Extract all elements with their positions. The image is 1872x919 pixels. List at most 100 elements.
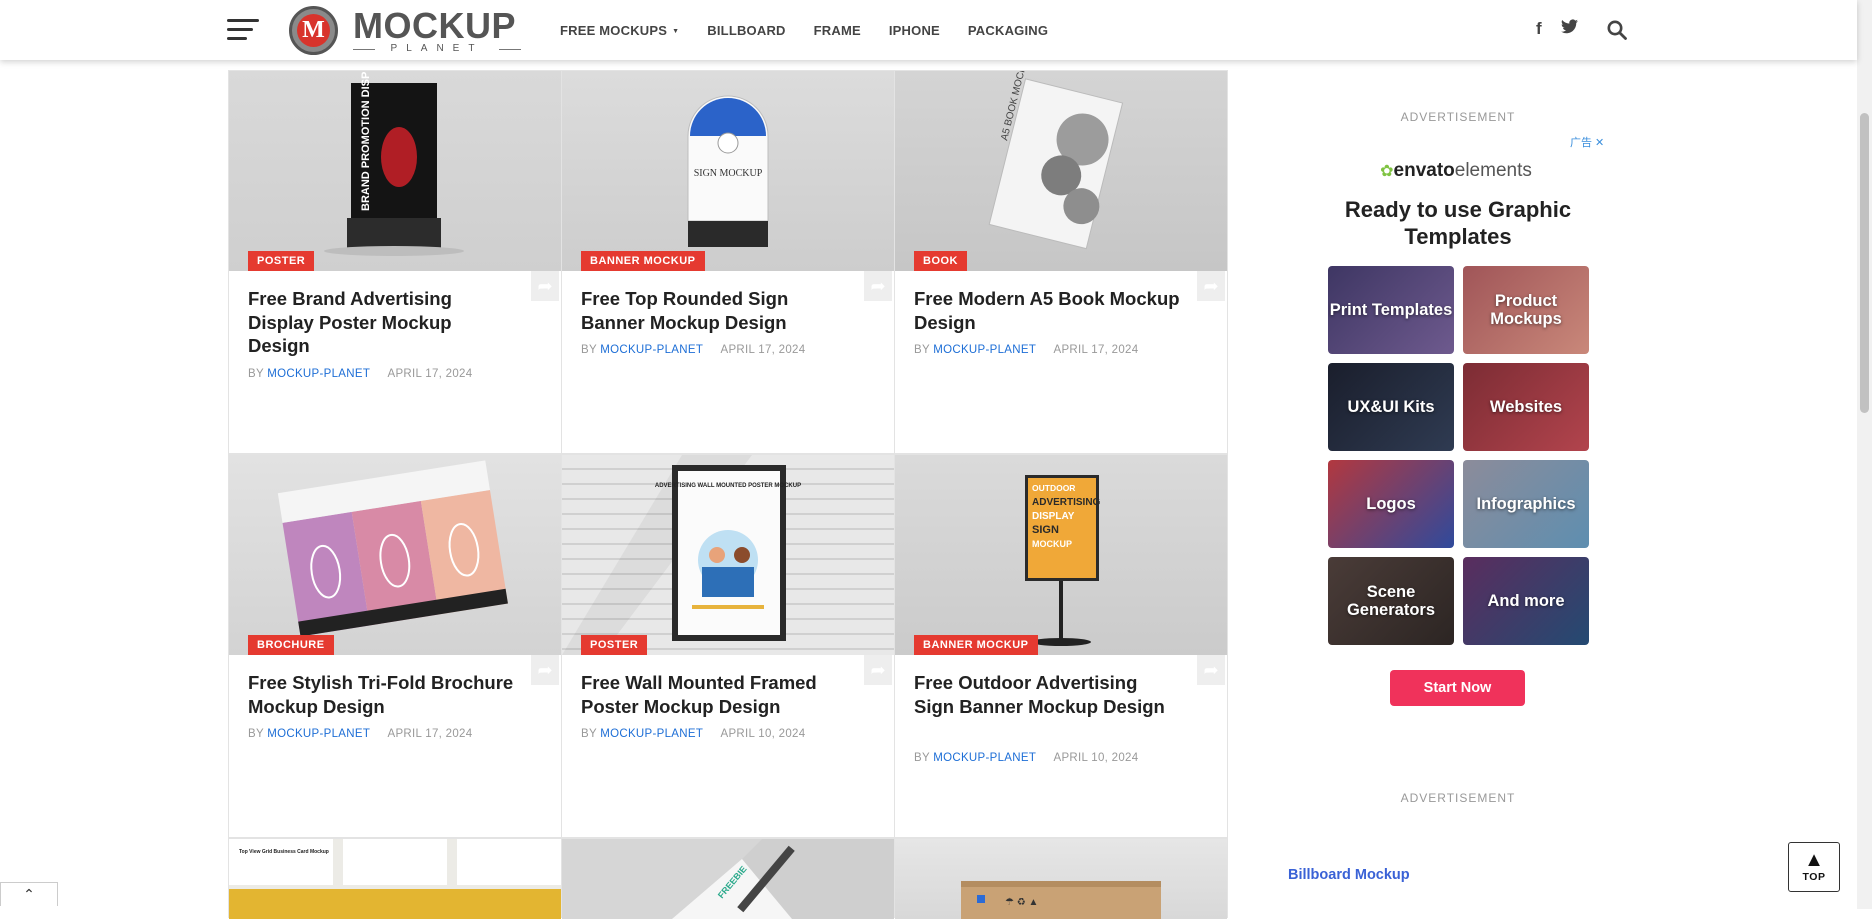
post-thumbnail[interactable] xyxy=(229,455,561,655)
category-tag[interactable]: POSTER xyxy=(248,251,315,271)
wall-poster-image: ADVERTISING WALL MOUNTED POSTER MOCKUP xyxy=(562,455,801,655)
nav-item-free-mockups[interactable]: FREE MOCKUPS ▼ xyxy=(560,23,679,38)
nav-item-iphone[interactable]: IPHONE xyxy=(889,23,940,38)
sign-line-1: OUTDOOR xyxy=(1032,483,1075,493)
search-icon[interactable] xyxy=(1607,20,1627,40)
post-title[interactable]: Free Stylish Tri-Fold Brochure Mockup De… xyxy=(248,671,516,718)
post-thumbnail[interactable]: ADVERTISING WALL MOUNTED POSTER MOCKUP xyxy=(562,455,894,655)
post-title[interactable]: Free Wall Mounted Framed Poster Mockup D… xyxy=(581,671,849,718)
post-title[interactable]: Free Modern A5 Book Mockup Design xyxy=(914,287,1182,334)
book-image: A5 BOOK MOCKUP xyxy=(988,71,1124,250)
post-meta: BY MOCKUP-PLANET APRIL 17, 2024 xyxy=(248,728,472,740)
scrollbar-thumb[interactable] xyxy=(1860,113,1869,413)
box-symbols: ☂ ♻ ▲ xyxy=(1005,897,1038,908)
tile-print-templates[interactable]: Print Templates xyxy=(1328,266,1454,354)
post-card[interactable]: ADVERTISING WALL MOUNTED POSTER MOCKUP P… xyxy=(561,454,895,838)
post-thumbnail[interactable]: FREEBIE xyxy=(562,839,894,919)
tile-infographics[interactable]: Infographics xyxy=(1463,460,1589,548)
brochure-image xyxy=(277,460,508,637)
share-icon[interactable]: ➦ xyxy=(864,271,892,301)
post-date: APRIL 10, 2024 xyxy=(720,728,806,740)
post-date: APRIL 17, 2024 xyxy=(387,728,473,740)
twitter-icon[interactable] xyxy=(1561,19,1578,39)
post-author[interactable]: MOCKUP-PLANET xyxy=(600,728,703,740)
post-date: APRIL 17, 2024 xyxy=(1053,344,1139,356)
post-card[interactable]: BRAND PROMOTION DISPLAY POSTER MOCKUP PO… xyxy=(228,70,562,454)
post-author[interactable]: MOCKUP-PLANET xyxy=(267,368,370,380)
category-tag[interactable]: BROCHURE xyxy=(248,635,334,655)
post-meta: BY MOCKUP-PLANET APRIL 17, 2024 xyxy=(914,344,1138,356)
site-logo[interactable]: M MOCKUP PLANET xyxy=(289,5,521,55)
nav-item-frame[interactable]: FRAME xyxy=(814,23,861,38)
share-icon[interactable]: ➦ xyxy=(1197,271,1225,301)
card-text: Top View Grid Business Card Mockup xyxy=(239,849,329,855)
post-author[interactable]: MOCKUP-PLANET xyxy=(933,344,1036,356)
sign-line-2: ADVERTISING xyxy=(1032,497,1101,508)
chevron-down-icon: ▼ xyxy=(672,27,680,35)
share-icon[interactable]: ➦ xyxy=(1197,655,1225,685)
tile-scene-generators[interactable]: Scene Generators xyxy=(1328,557,1454,645)
nav-item-packaging[interactable]: PACKAGING xyxy=(968,23,1048,38)
start-now-button[interactable]: Start Now xyxy=(1390,670,1525,706)
post-thumbnail[interactable]: A5 BOOK MOCKUP xyxy=(895,71,1227,271)
by-label: BY xyxy=(914,752,930,764)
post-author[interactable]: MOCKUP-PLANET xyxy=(600,344,703,356)
facebook-icon[interactable]: f xyxy=(1536,19,1542,39)
post-thumbnail[interactable]: BRAND PROMOTION DISPLAY POSTER MOCKUP xyxy=(229,71,561,271)
advertisement-label: ADVERTISEMENT xyxy=(1400,110,1516,124)
by-label: BY xyxy=(248,728,264,740)
post-card[interactable]: ☂ ♻ ▲ xyxy=(894,838,1228,919)
ad-close-button[interactable]: 广告 ✕ xyxy=(1570,134,1604,150)
billboard-mockup-link[interactable]: Billboard Mockup xyxy=(1288,867,1410,883)
post-title[interactable]: Free Brand Advertising Display Poster Mo… xyxy=(248,287,516,358)
leaf-icon: ✿ xyxy=(1380,163,1394,180)
post-thumbnail[interactable]: Top View Grid Business Card Mockup xyxy=(229,839,561,919)
post-card[interactable]: OUTDOOR ADVERTISING DISPLAY SIGN MOCKUP … xyxy=(894,454,1228,838)
post-card[interactable]: Top View Grid Business Card Mockup xyxy=(228,838,562,919)
post-card[interactable]: A5 BOOK MOCKUP BOOK ➦ Free Modern A5 Boo… xyxy=(894,70,1228,454)
tile-and-more[interactable]: And more xyxy=(1463,557,1589,645)
advertisement-label: ADVERTISEMENT xyxy=(1400,791,1516,805)
expand-tab[interactable]: ⌃ xyxy=(0,882,58,906)
tile-product-mockups[interactable]: Product Mockups xyxy=(1463,266,1589,354)
share-icon[interactable]: ➦ xyxy=(531,271,559,301)
post-meta: BY MOCKUP-PLANET APRIL 10, 2024 xyxy=(581,728,805,740)
post-card[interactable]: BROCHURE ➦ Free Stylish Tri-Fold Brochur… xyxy=(228,454,562,838)
post-card[interactable]: SIGN MOCKUP BANNER MOCKUP ➦ Free Top Rou… xyxy=(561,70,895,454)
tile-logos[interactable]: Logos xyxy=(1328,460,1454,548)
chevron-up-icon: ▲ xyxy=(1804,849,1824,871)
post-author[interactable]: MOCKUP-PLANET xyxy=(267,728,370,740)
back-to-top-label: TOP xyxy=(1802,871,1826,883)
tile-websites[interactable]: Websites xyxy=(1463,363,1589,451)
post-author[interactable]: MOCKUP-PLANET xyxy=(933,752,1036,764)
post-thumbnail[interactable]: ☂ ♻ ▲ xyxy=(895,839,1227,919)
back-to-top-button[interactable]: ▲ TOP xyxy=(1788,842,1840,892)
post-title[interactable]: Free Top Rounded Sign Banner Mockup Desi… xyxy=(581,287,849,334)
box-image: ☂ ♻ ▲ xyxy=(961,881,1161,919)
logo-subtitle: PLANET xyxy=(353,43,521,55)
sign-text: SIGN MOCKUP xyxy=(694,168,763,179)
menu-icon[interactable] xyxy=(227,19,259,41)
sign-line-5: MOCKUP xyxy=(1032,539,1072,549)
post-date: APRIL 10, 2024 xyxy=(1053,752,1139,764)
tile-ux-ui-kits[interactable]: UX&UI Kits xyxy=(1328,363,1454,451)
category-tag[interactable]: BANNER MOCKUP xyxy=(914,635,1038,655)
category-tag[interactable]: BANNER MOCKUP xyxy=(581,251,705,271)
share-icon[interactable]: ➦ xyxy=(531,655,559,685)
stationery-image: FREEBIE xyxy=(672,839,894,919)
nav-item-billboard[interactable]: BILLBOARD xyxy=(707,23,785,38)
post-thumbnail[interactable]: SIGN MOCKUP xyxy=(562,71,894,271)
by-label: BY xyxy=(581,344,597,356)
by-label: BY xyxy=(914,344,930,356)
post-thumbnail[interactable]: OUTDOOR ADVERTISING DISPLAY SIGN MOCKUP xyxy=(895,455,1227,655)
category-tag[interactable]: BOOK xyxy=(914,251,967,271)
logo-word: MOCKUP xyxy=(353,5,516,46)
sign-line-3: DISPLAY xyxy=(1032,511,1075,522)
share-icon[interactable]: ➦ xyxy=(864,655,892,685)
post-meta: BY MOCKUP-PLANET APRIL 17, 2024 xyxy=(581,344,805,356)
post-card[interactable]: FREEBIE xyxy=(561,838,895,919)
post-title[interactable]: Free Outdoor Advertising Sign Banner Moc… xyxy=(914,671,1182,718)
poster-display-image: BRAND PROMOTION DISPLAY POSTER MOCKUP xyxy=(324,71,464,256)
wall-poster-text: ADVERTISING WALL MOUNTED POSTER MOCKUP xyxy=(655,483,801,489)
category-tag[interactable]: POSTER xyxy=(581,635,648,655)
